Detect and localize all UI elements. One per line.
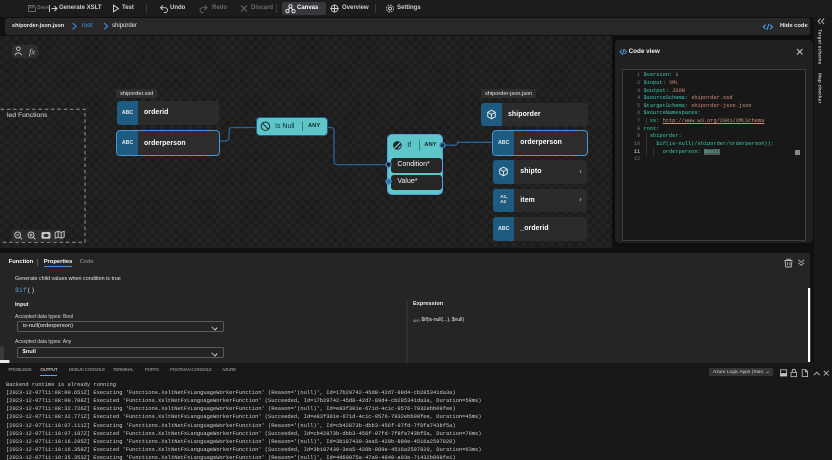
svg-text:fx: fx bbox=[29, 47, 35, 57]
